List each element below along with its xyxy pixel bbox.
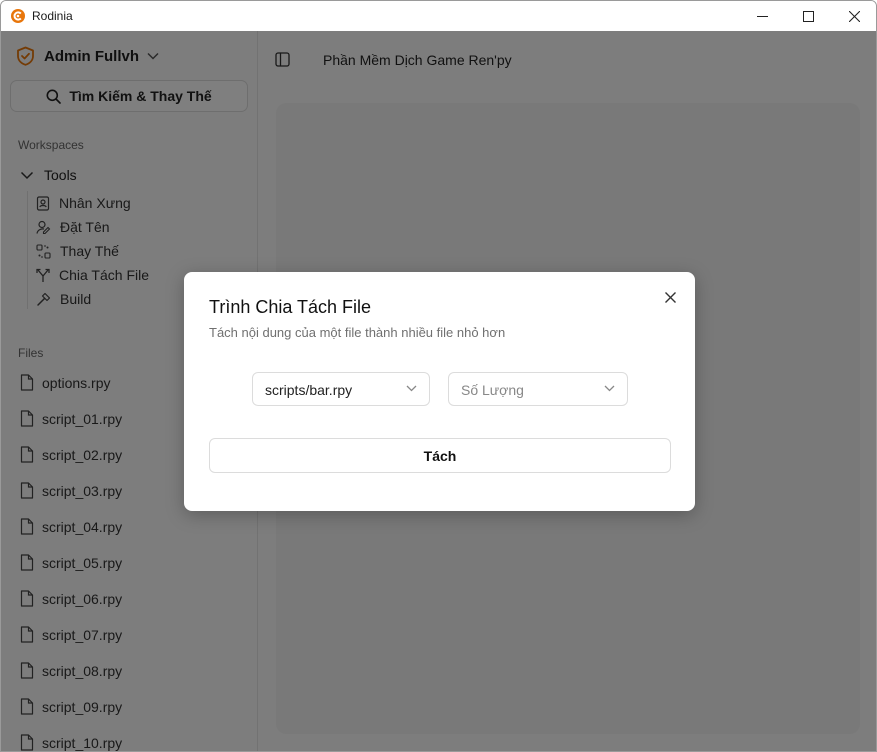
chevron-down-icon [604, 385, 615, 392]
file-select-value: scripts/bar.rpy [265, 382, 353, 398]
dialog-title: Trình Chia Tách File [209, 297, 372, 317]
dialog-description: Tách nội dung của một file thành nhiều f… [209, 325, 506, 340]
app-logo-icon [11, 9, 25, 23]
quantity-select[interactable]: Số Lượng [448, 372, 628, 406]
maximize-button[interactable] [785, 1, 831, 31]
chevron-down-icon [406, 385, 417, 392]
close-window-button[interactable] [831, 1, 876, 31]
minimize-button[interactable] [739, 1, 785, 31]
close-icon [664, 291, 676, 303]
title-bar: Rodinia [1, 1, 876, 31]
quantity-placeholder: Số Lượng [461, 382, 524, 398]
dialog-close-button[interactable] [662, 289, 678, 305]
split-button[interactable]: Tách [209, 438, 671, 473]
window-title: Rodinia [32, 9, 73, 23]
maximize-icon [802, 10, 814, 22]
app-window: Rodinia Admin Fullvh Tìm Kiếm & Thay Thế… [0, 0, 877, 752]
close-icon [848, 10, 860, 22]
split-file-dialog: Trình Chia Tách File Tách nội dung của m… [184, 272, 695, 511]
minimize-icon [756, 15, 768, 17]
file-select[interactable]: scripts/bar.rpy [252, 372, 430, 406]
